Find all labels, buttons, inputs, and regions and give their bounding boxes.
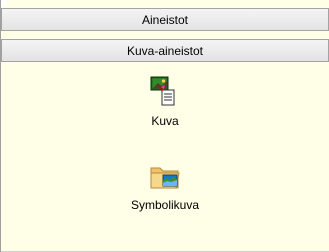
group-header-kuva-aineistot[interactable]: Kuva-aineistot: [1, 39, 329, 62]
item-label: Symbolikuva: [130, 198, 200, 212]
group-content-area: Kuva Symbolikuva: [1, 62, 329, 252]
folder-image-icon: [150, 167, 180, 189]
panel-top-strip: [1, 0, 7, 6]
group-header-label: Aineistot: [141, 12, 189, 27]
resource-panel: Aineistot Kuva-aineistot Kuva Symbolikuv…: [0, 0, 329, 252]
item-symbolikuva[interactable]: Symbolikuva: [1, 160, 329, 211]
group-header-aineistot[interactable]: Aineistot: [1, 8, 329, 31]
image-document-icon: [150, 76, 175, 106]
item-kuva[interactable]: Kuva: [1, 76, 329, 127]
item-label: Kuva: [151, 114, 179, 128]
group-header-label: Kuva-aineistot: [126, 43, 204, 58]
